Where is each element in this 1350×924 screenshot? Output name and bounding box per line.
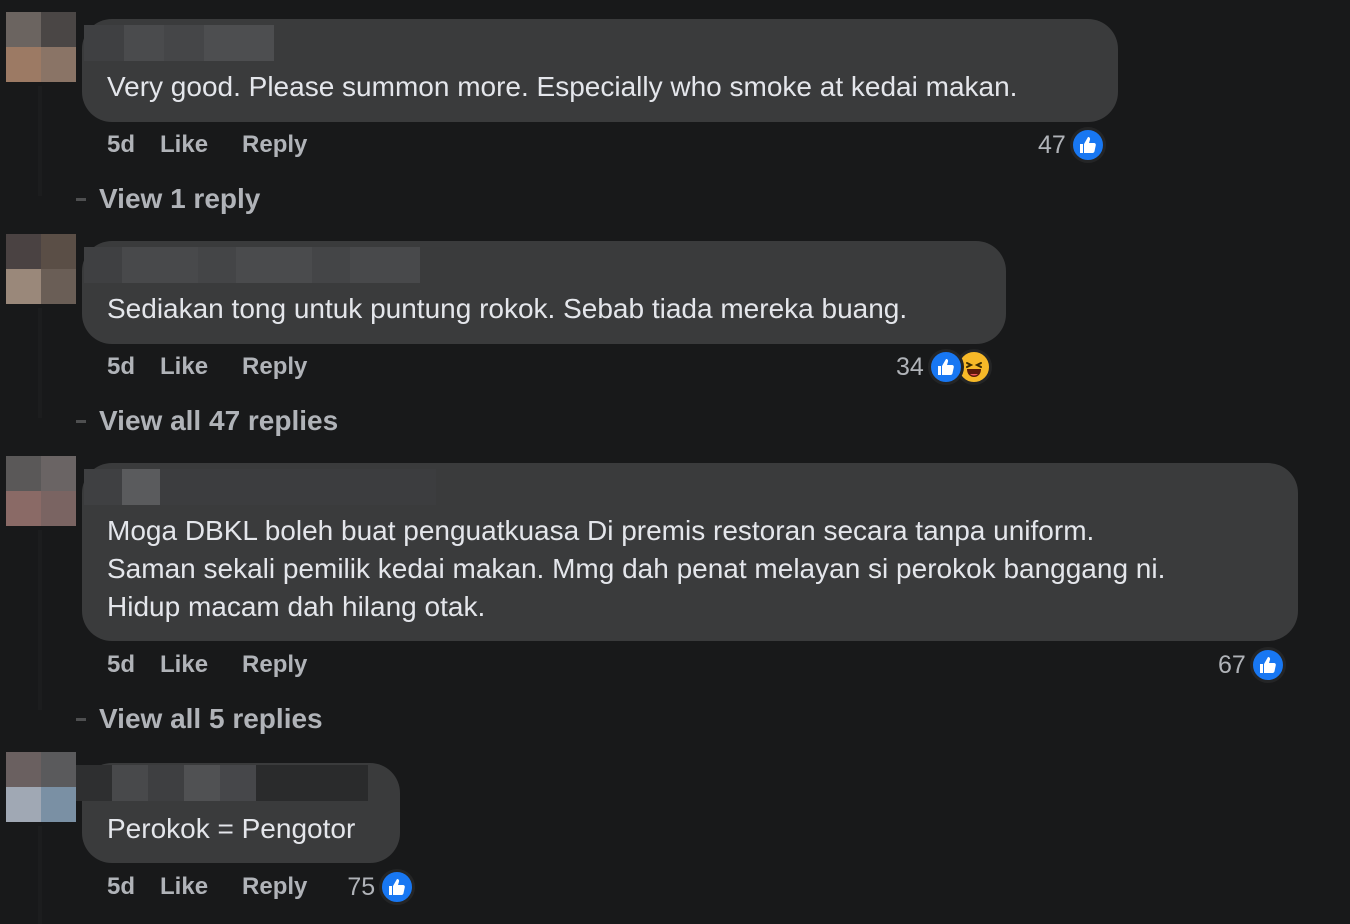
reaction-summary[interactable]: 67	[1218, 645, 1286, 685]
like-button[interactable]: Like	[160, 873, 208, 901]
comment-text: Very good. Please summon more. Especiall…	[107, 71, 1018, 102]
view-replies-label: View all 47 replies	[99, 405, 339, 436]
commenter-name-redacted[interactable]	[84, 25, 274, 61]
reaction-summary[interactable]: 34	[896, 347, 992, 387]
avatar[interactable]	[6, 234, 76, 304]
view-replies-link[interactable]: View all 47 replies	[76, 405, 338, 437]
avatar[interactable]	[6, 12, 76, 82]
comment-bubble: Perokok = Pengotor	[76, 763, 400, 863]
commenter-name-redacted[interactable]	[84, 469, 436, 505]
like-icon	[1249, 647, 1286, 683]
comment-text: Perokok = Pengotor	[107, 813, 356, 844]
reply-button[interactable]: Reply	[242, 131, 307, 159]
comment-actions: 5d Like Reply	[107, 130, 307, 160]
reaction-count[interactable]: 75	[347, 873, 375, 902]
comment-text: Sediakan tong untuk puntung rokok. Sebab…	[107, 293, 908, 324]
like-icon[interactable]	[379, 869, 416, 905]
avatar[interactable]	[6, 752, 76, 822]
view-replies-label: View 1 reply	[99, 183, 261, 214]
reply-connector	[76, 419, 86, 423]
commenter-name-redacted[interactable]	[84, 247, 420, 283]
comment-timestamp[interactable]: 5d	[107, 651, 135, 679]
reply-button[interactable]: Reply	[242, 353, 307, 381]
comment-text: Moga DBKL boleh buat penguatkuasa Di pre…	[107, 515, 1166, 622]
like-icon	[1069, 127, 1106, 163]
reaction-count: 34	[896, 352, 924, 381]
view-replies-label: View all 5 replies	[99, 703, 323, 734]
like-button[interactable]: Like	[160, 651, 208, 679]
comment-timestamp[interactable]: 5d	[107, 353, 135, 381]
thread-line	[38, 530, 42, 710]
thread-line	[38, 308, 42, 418]
like-button[interactable]: Like	[160, 131, 208, 159]
reply-connector	[76, 717, 86, 721]
comment-bubble: Very good. Please summon more. Especiall…	[82, 19, 1118, 122]
like-icon	[927, 349, 964, 385]
comment-timestamp[interactable]: 5d	[107, 131, 135, 159]
comment-actions: 5d Like Reply 75	[107, 869, 416, 905]
comment-timestamp[interactable]: 5d	[107, 873, 135, 901]
reaction-count: 67	[1218, 650, 1246, 679]
comment-thread: Very good. Please summon more. Especiall…	[0, 0, 1350, 924]
thread-line	[38, 826, 42, 924]
view-replies-link[interactable]: View 1 reply	[76, 183, 260, 215]
comment-bubble: Sediakan tong untuk puntung rokok. Sebab…	[82, 241, 1006, 344]
comment-actions: 5d Like Reply	[107, 352, 307, 382]
view-replies-link[interactable]: View all 5 replies	[76, 703, 323, 735]
comment-bubble: Moga DBKL boleh buat penguatkuasa Di pre…	[82, 463, 1298, 641]
reaction-count: 47	[1038, 130, 1066, 159]
reaction-summary[interactable]: 47	[1038, 125, 1106, 165]
like-button[interactable]: Like	[160, 353, 208, 381]
reply-button[interactable]: Reply	[242, 651, 307, 679]
avatar[interactable]	[6, 456, 76, 526]
commenter-name-redacted[interactable]	[76, 765, 368, 801]
reply-connector	[76, 197, 86, 201]
thread-line	[38, 86, 42, 196]
comment-actions: 5d Like Reply	[107, 650, 307, 680]
reply-button[interactable]: Reply	[242, 873, 307, 901]
